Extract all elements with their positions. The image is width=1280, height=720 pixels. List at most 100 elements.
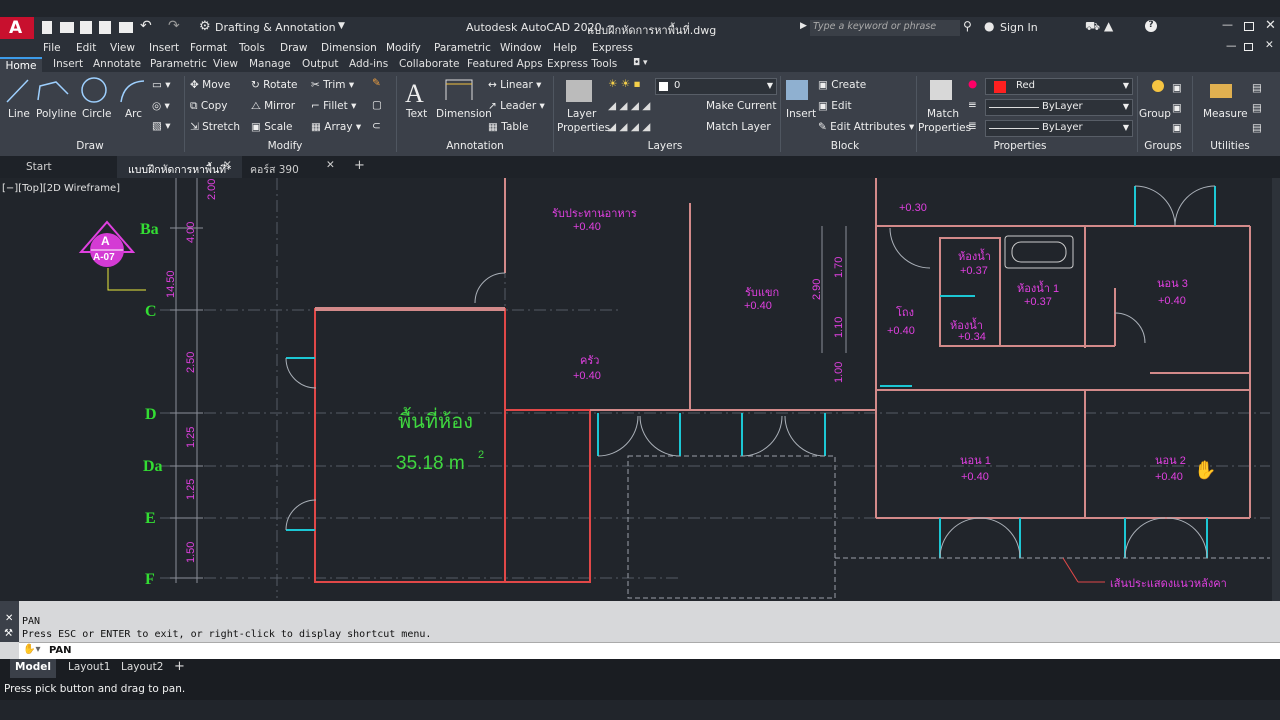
undo-icon[interactable]: ↶ (140, 18, 152, 34)
layer-state-icons[interactable]: ☀ ☀ ▪ (608, 78, 641, 90)
linear-button[interactable]: ↔ Linear ▾ (488, 79, 541, 91)
drawing-viewport[interactable]: [−][Top][2D Wireframe] A A-07 Ba C D Da … (0, 178, 1280, 601)
workspace-switcher[interactable]: Drafting & Annotation (215, 21, 336, 34)
utility-tool-icons[interactable]: ▤ ▤ ▤ (1252, 78, 1262, 138)
menu-express[interactable]: Express (592, 42, 633, 54)
circle-button[interactable]: Circle (82, 108, 112, 120)
annotation-panel-title[interactable]: Annotation (435, 140, 515, 156)
new-tab-icon[interactable]: + (354, 158, 365, 173)
tab-layout2[interactable]: Layout2 (121, 661, 163, 673)
tab-view[interactable]: View (213, 58, 238, 70)
menu-tools[interactable]: Tools (239, 42, 265, 54)
trim-button[interactable]: ✂ Trim ▾ (311, 79, 354, 91)
arc-button[interactable]: Arc (125, 108, 142, 120)
erase-icon[interactable]: ✎ (372, 77, 381, 89)
group-button[interactable]: Group (1139, 108, 1171, 120)
layer-properties-button[interactable]: Layer (567, 108, 596, 120)
open-icon[interactable] (60, 22, 74, 33)
tab-output[interactable]: Output (302, 58, 338, 70)
menu-format[interactable]: Format (190, 42, 227, 54)
app-menu-button[interactable]: A (0, 17, 34, 39)
dimension-button[interactable]: Dimension (436, 108, 492, 120)
layer-tools-icons[interactable]: ◢ ◢ ◢ ◢ (608, 100, 650, 112)
rectangle-icon[interactable]: ▭ ▾ (152, 79, 171, 91)
mirror-button[interactable]: ⧍ Mirror (251, 100, 295, 113)
redo-icon[interactable]: ↷ (168, 18, 180, 34)
layer-dropdown[interactable]: 0 ▼ (655, 78, 777, 95)
table-button[interactable]: ▦ Table (488, 121, 528, 133)
edit-attributes-button[interactable]: ✎ Edit Attributes ▾ (818, 121, 914, 133)
color-dropdown[interactable]: Red ▼ (985, 78, 1133, 95)
lineweight-dropdown[interactable]: ByLayer ▼ (985, 120, 1133, 137)
group-tool-icons[interactable]: ▣ ▣ ▣ (1172, 78, 1182, 138)
make-current-button[interactable]: Make Current (706, 100, 776, 112)
insert-block-button[interactable]: Insert (786, 108, 816, 120)
menu-file[interactable]: File (43, 42, 61, 54)
file-tab-start[interactable]: Start (26, 161, 52, 173)
tab-add-ins[interactable]: Add-ins (349, 58, 388, 70)
menu-edit[interactable]: Edit (76, 42, 96, 54)
move-button[interactable]: ✥ Move (190, 79, 230, 91)
groups-panel-title[interactable]: Groups (1137, 140, 1189, 156)
vertical-scrollbar[interactable] (1272, 178, 1280, 601)
tab-layout1[interactable]: Layout1 (68, 661, 110, 673)
array-button[interactable]: ▦ Array ▾ (311, 121, 361, 133)
layer-tools-icons-2[interactable]: ◢ ◢ ◢ ◢ (608, 121, 650, 133)
ribbon-toggle-icon[interactable]: ◘ ▾ (633, 58, 648, 68)
leader-button[interactable]: ↗ Leader ▾ (488, 100, 545, 112)
chevron-right-icon[interactable]: ▶ (800, 21, 807, 31)
plot-icon[interactable] (119, 22, 133, 33)
menu-modify[interactable]: Modify (386, 42, 421, 54)
edit-block-button[interactable]: ▣ Edit (818, 100, 852, 112)
block-panel-title[interactable]: Block (815, 140, 875, 156)
text-button[interactable]: Text (406, 108, 427, 120)
tab-collaborate[interactable]: Collaborate (399, 58, 459, 70)
properties-panel-title[interactable]: Properties (990, 140, 1050, 156)
match-properties-button[interactable]: Match (927, 108, 959, 120)
menu-help[interactable]: Help (553, 42, 577, 54)
file-tab-course[interactable]: คอร์ส 390 (250, 161, 299, 178)
doc-close-icon[interactable]: ✕ (1265, 39, 1274, 51)
a360-icon[interactable]: ▲ (1104, 19, 1113, 33)
tab-parametric[interactable]: Parametric (150, 58, 207, 70)
restore-icon[interactable] (1244, 22, 1254, 31)
close-tab-icon[interactable]: ✕ (326, 159, 335, 171)
search-input[interactable]: Type a keyword or phrase (810, 20, 960, 36)
menu-view[interactable]: View (110, 42, 135, 54)
scale-button[interactable]: ▣ Scale (251, 121, 293, 133)
chevron-down-icon[interactable]: ▼ (338, 21, 345, 31)
gradient-icon[interactable]: ▧ ▾ (152, 120, 171, 132)
offset-icon[interactable]: ⊂ (372, 120, 381, 132)
menu-dimension[interactable]: Dimension (321, 42, 377, 54)
create-block-button[interactable]: ▣ Create (818, 79, 866, 91)
tab-model[interactable]: Model (10, 659, 56, 678)
help-icon[interactable]: ? (1145, 20, 1157, 32)
save-icon[interactable] (80, 21, 92, 34)
tab-home[interactable]: Home (0, 57, 42, 72)
menu-insert[interactable]: Insert (149, 42, 179, 54)
match-layer-button[interactable]: Match Layer (706, 121, 771, 133)
menu-parametric[interactable]: Parametric (434, 42, 491, 54)
tab-insert[interactable]: Insert (53, 58, 83, 70)
save-as-icon[interactable] (99, 21, 111, 34)
minimize-icon[interactable]: — (1222, 18, 1233, 31)
measure-button[interactable]: Measure (1203, 108, 1248, 120)
copy-button[interactable]: ⧉ Copy (190, 100, 227, 113)
menu-draw[interactable]: Draw (280, 42, 307, 54)
sign-in-link[interactable]: Sign In (1000, 21, 1038, 34)
fillet-button[interactable]: ⌐ Fillet ▾ (311, 100, 356, 112)
utilities-panel-title[interactable]: Utilities (1195, 140, 1265, 156)
file-tab-active[interactable]: แบบฝึกหัดการหาพื้นที่* ✕ (117, 156, 242, 178)
explode-icon[interactable]: ▢ (372, 99, 382, 111)
line-button[interactable]: Line (8, 108, 30, 120)
add-layout-icon[interactable]: + (174, 659, 185, 674)
polyline-button[interactable]: Polyline (36, 108, 76, 120)
cart-icon[interactable]: ⛟ (1085, 19, 1100, 35)
binoculars-icon[interactable]: ⚲ (963, 19, 972, 33)
tab-featured-apps[interactable]: Featured Apps (467, 58, 543, 70)
tab-express-tools[interactable]: Express Tools (547, 58, 617, 70)
wrench-icon[interactable]: ⚒ (4, 628, 13, 639)
new-icon[interactable] (42, 21, 52, 34)
doc-restore-icon[interactable] (1244, 43, 1253, 51)
close-tab-icon[interactable]: ✕ (223, 159, 232, 171)
